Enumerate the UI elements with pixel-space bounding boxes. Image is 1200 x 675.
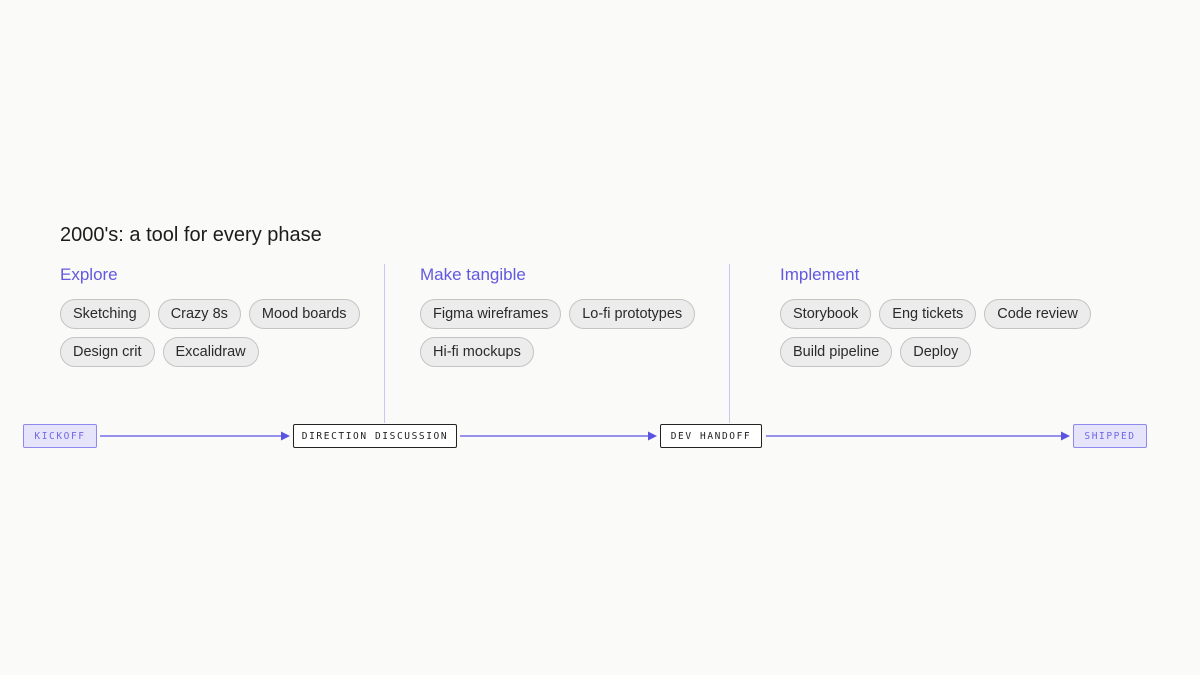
arrowhead-icon — [281, 431, 290, 441]
milestone-kickoff: KICKOFF — [23, 424, 97, 448]
flow-arrows — [100, 431, 1070, 441]
milestone-direction-discussion: DIRECTION DISCUSSION — [293, 424, 457, 448]
arrowhead-icon — [1061, 431, 1070, 441]
milestone-dev-handoff: DEV HANDOFF — [660, 424, 762, 448]
arrowhead-icon — [648, 431, 657, 441]
milestone-shipped: SHIPPED — [1073, 424, 1147, 448]
